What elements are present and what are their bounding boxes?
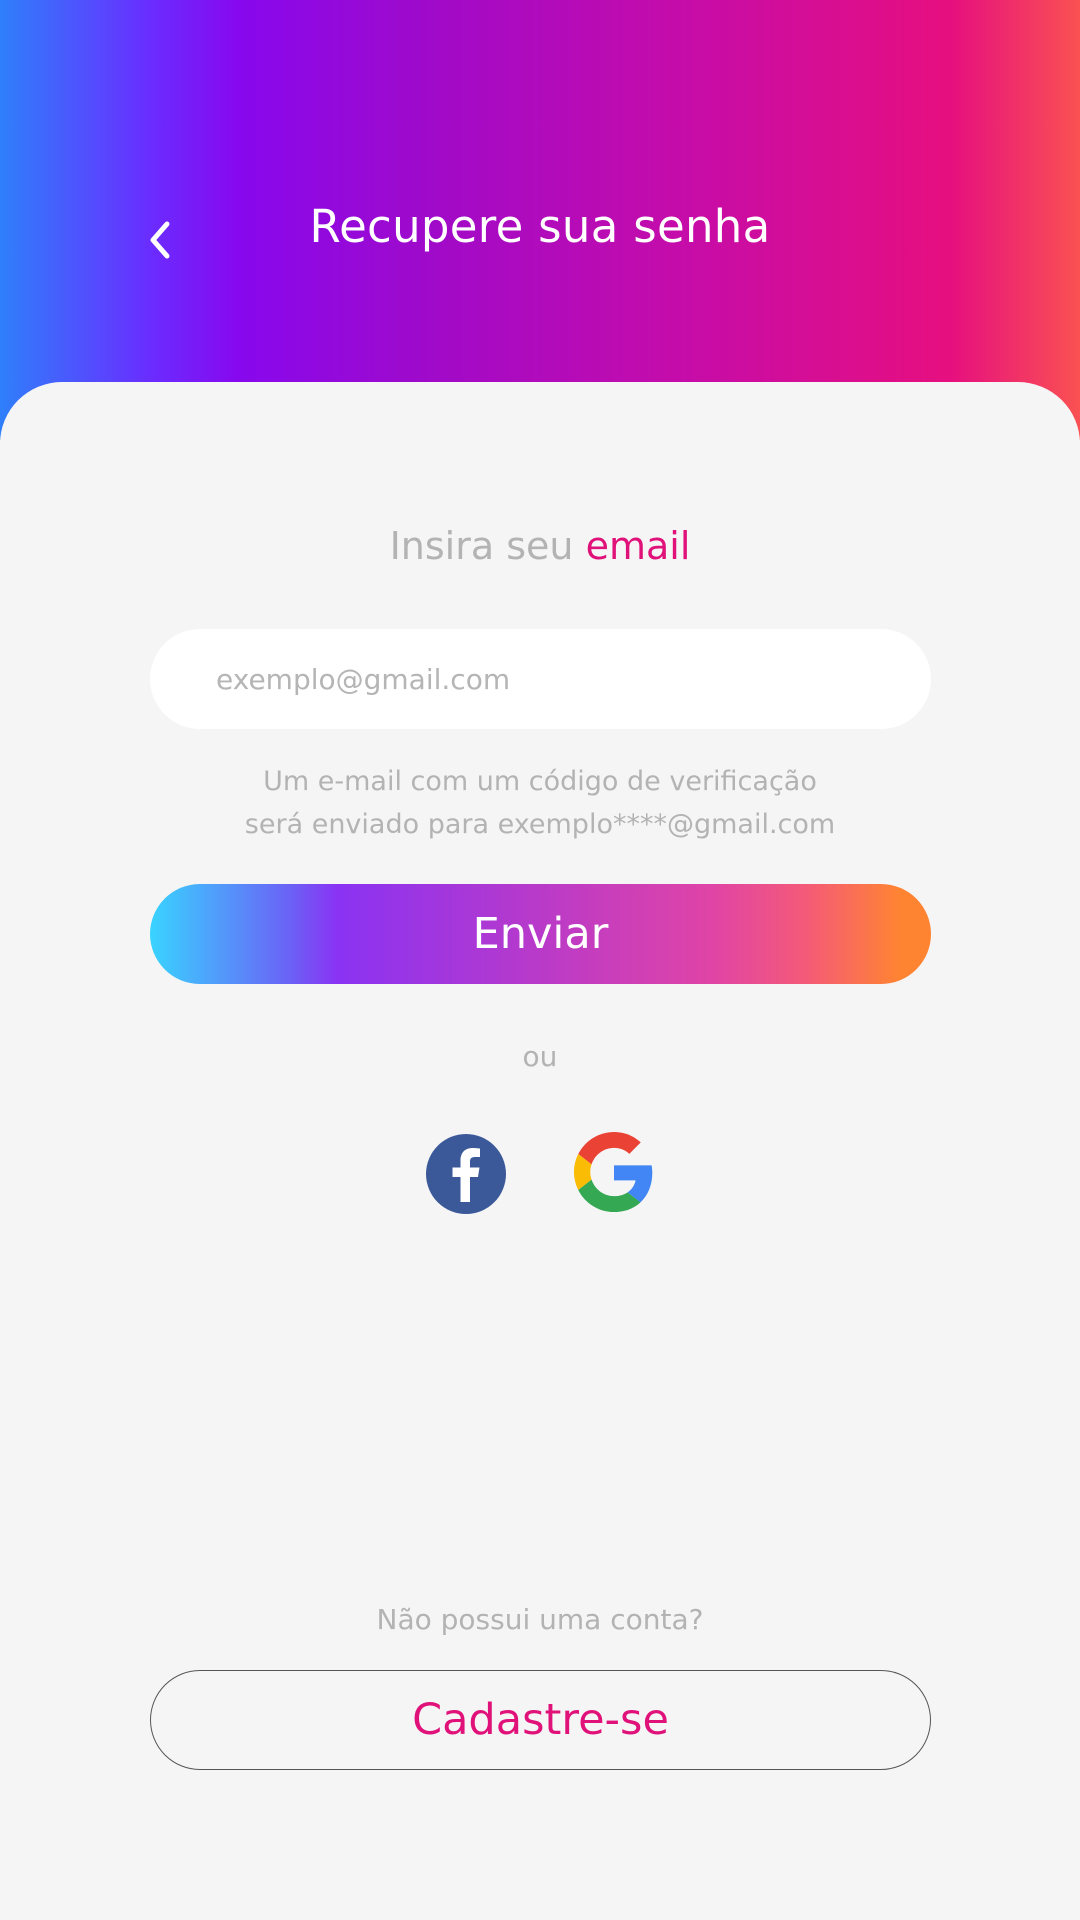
or-divider: ou (522, 1040, 558, 1073)
helper-line-1: Um e-mail com um código de verificação (263, 766, 817, 797)
email-input[interactable] (150, 629, 931, 729)
google-login-button[interactable] (574, 1132, 654, 1212)
no-account-text: Não possui uma conta? (376, 1603, 704, 1636)
google-icon (574, 1132, 653, 1212)
signup-button[interactable]: Cadastre-se (150, 1670, 931, 1770)
helper-text: Um e-mail com um código de verificação s… (0, 760, 1080, 846)
prompt-accent: email (585, 524, 691, 568)
prompt-prefix: Insira seu (389, 524, 574, 568)
facebook-icon (452, 1148, 480, 1202)
helper-line-2: será enviado para exemplo****@gmail.com (244, 809, 836, 840)
facebook-login-button[interactable] (426, 1134, 506, 1214)
gradient-header: Recupere sua senha (0, 0, 1080, 440)
email-prompt: Insira seu email (0, 524, 1080, 568)
send-button[interactable]: Enviar (150, 884, 931, 984)
page-title: Recupere sua senha (309, 200, 771, 253)
password-recovery-screen: Recupere sua senha Insira seu email Um e… (0, 0, 1080, 1920)
